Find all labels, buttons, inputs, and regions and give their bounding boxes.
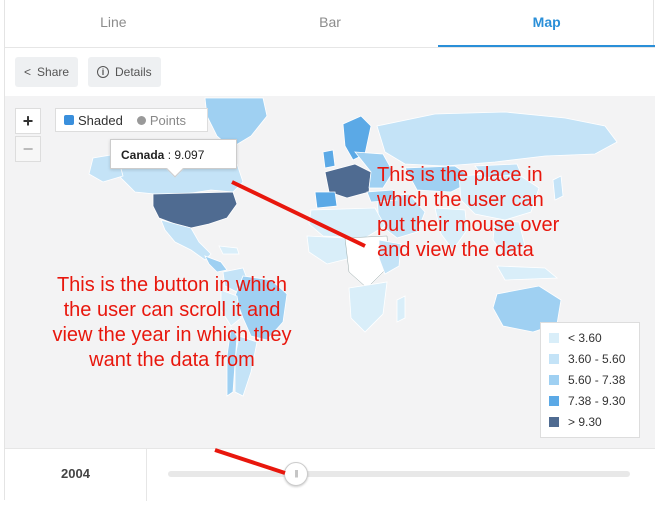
year-slider-handle[interactable]: ||| bbox=[284, 462, 308, 486]
details-label: Details bbox=[115, 65, 152, 79]
tooltip-country: Canada bbox=[121, 148, 165, 162]
legend-item: < 3.60 bbox=[549, 327, 631, 348]
region-madagascar bbox=[396, 295, 406, 323]
legend-swatch bbox=[549, 374, 559, 385]
region-iberia bbox=[314, 191, 338, 209]
chart-tabs: Line Bar Map bbox=[5, 0, 656, 48]
legend-label: < 3.60 bbox=[568, 330, 602, 345]
legend-item: 5.60 - 7.38 bbox=[549, 369, 631, 390]
zoom-out-button[interactable]: − bbox=[15, 136, 41, 162]
tab-line[interactable]: Line bbox=[5, 0, 222, 47]
details-button[interactable]: i Details bbox=[88, 57, 161, 87]
timeline-bar: 2004 ||| bbox=[5, 448, 655, 501]
region-s-africa bbox=[348, 281, 388, 333]
legend-label: 5.60 - 7.38 bbox=[568, 372, 626, 387]
region-central-america bbox=[204, 255, 228, 273]
year-slider-track[interactable] bbox=[168, 471, 630, 477]
region-russia bbox=[376, 111, 618, 167]
legend-item: > 9.30 bbox=[549, 411, 631, 432]
region-n-africa bbox=[308, 207, 386, 239]
world-map[interactable]: + − Shaded Points Canada : 9.097 < 3.60 … bbox=[5, 96, 655, 448]
share-label: Share bbox=[37, 65, 70, 79]
legend-swatch bbox=[549, 416, 559, 427]
tab-map[interactable]: Map bbox=[438, 0, 656, 47]
hover-annotation: This is the place in which the user can … bbox=[377, 164, 560, 261]
map-mode-toggle: Shaded Points bbox=[55, 108, 208, 132]
points-radio-icon[interactable] bbox=[136, 115, 146, 125]
toolbar: < Share i Details bbox=[5, 48, 655, 96]
share-button[interactable]: < Share bbox=[15, 57, 78, 87]
current-year: 2004 bbox=[5, 449, 147, 501]
legend-label: 7.38 - 9.30 bbox=[568, 393, 626, 408]
share-icon: < bbox=[24, 65, 32, 79]
region-w-africa bbox=[306, 235, 352, 265]
mode-shaded-label[interactable]: Shaded bbox=[78, 113, 123, 128]
legend-item: 3.60 - 5.60 bbox=[549, 348, 631, 369]
zoom-in-button[interactable]: + bbox=[15, 108, 41, 134]
legend-swatch bbox=[549, 332, 559, 343]
legend-label: > 9.30 bbox=[568, 414, 602, 429]
map-legend: < 3.60 3.60 - 5.60 5.60 - 7.38 7.38 - 9.… bbox=[540, 322, 640, 438]
legend-item: 7.38 - 9.30 bbox=[549, 390, 631, 411]
legend-swatch bbox=[549, 395, 559, 406]
tab-bar[interactable]: Bar bbox=[222, 0, 439, 47]
region-uk bbox=[322, 149, 336, 169]
slider-annotation: This is the button in which the user can… bbox=[52, 274, 292, 371]
legend-swatch bbox=[549, 353, 559, 364]
map-tooltip: Canada : 9.097 bbox=[110, 139, 237, 178]
mode-points-label[interactable]: Points bbox=[150, 113, 186, 128]
region-caribbean bbox=[218, 245, 240, 255]
region-indonesia bbox=[496, 265, 559, 281]
shaded-radio-icon[interactable] bbox=[64, 115, 74, 125]
legend-label: 3.60 - 5.60 bbox=[568, 351, 626, 366]
tooltip-value: : 9.097 bbox=[167, 148, 205, 162]
info-icon: i bbox=[97, 66, 109, 78]
